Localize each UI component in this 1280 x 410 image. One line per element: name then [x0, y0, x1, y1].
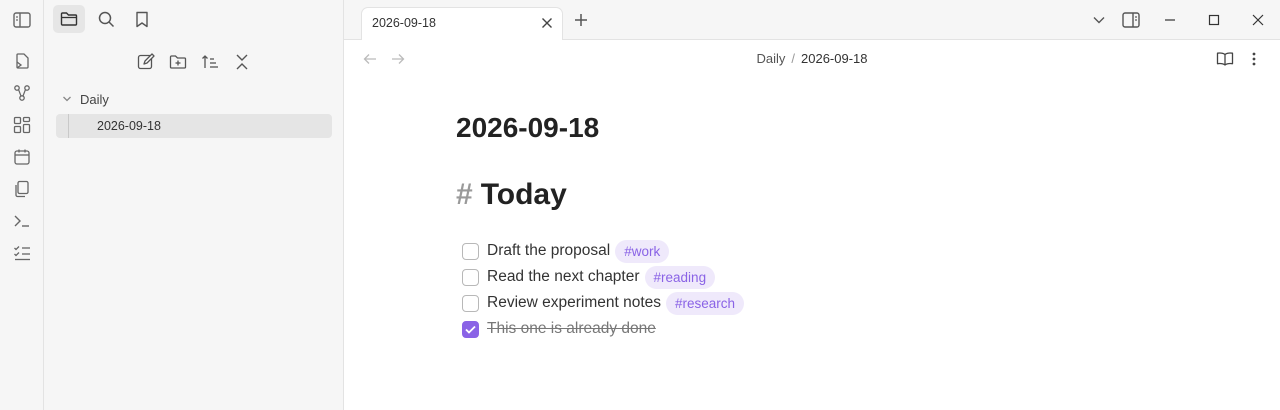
sidebar-tabs — [44, 0, 344, 40]
tab-bar: 2026-09-18 — [344, 0, 1280, 41]
breadcrumb: Daily / 2026-09-18 — [344, 51, 1280, 66]
breadcrumb-current[interactable]: 2026-09-18 — [801, 51, 868, 66]
task-checkbox[interactable] — [462, 268, 479, 286]
new-note-icon[interactable] — [134, 50, 158, 74]
editor[interactable]: 2026-09-18 # Today Draft the proposal #wo… — [344, 78, 1280, 410]
minimize-icon[interactable] — [1160, 10, 1180, 30]
task-checkbox[interactable] — [462, 242, 479, 260]
canvas-icon[interactable] — [11, 114, 33, 136]
tree-folder-label: Daily — [80, 91, 109, 107]
chevron-down-icon — [60, 92, 74, 106]
right-sidebar-toggle-icon[interactable] — [1121, 10, 1141, 30]
collapse-all-icon[interactable] — [230, 50, 254, 74]
breadcrumb-folder[interactable]: Daily — [756, 51, 785, 66]
view-header: Daily / 2026-09-18 — [344, 40, 1280, 78]
checkmark-icon — [465, 325, 476, 334]
app-window: Daily 2026-09-18 2026-09-18 Daily / 2026… — [0, 0, 1280, 410]
tab-title: 2026-09-18 — [372, 16, 436, 30]
tree-file-label: 2026-09-18 — [97, 119, 161, 133]
task-text: Read the next chapter — [487, 268, 640, 285]
sidebar-toggle-icon[interactable] — [11, 9, 33, 31]
tab-list-chevron-icon[interactable] — [1089, 10, 1109, 30]
tag-research[interactable]: #research — [666, 291, 745, 315]
breadcrumb-separator: / — [791, 51, 796, 66]
new-folder-icon[interactable] — [166, 50, 190, 74]
file-explorer-actions — [44, 48, 344, 76]
heading-marker: # — [456, 178, 473, 211]
tree-folder-daily[interactable]: Daily — [60, 88, 109, 110]
sort-icon[interactable] — [198, 50, 222, 74]
tag-reading[interactable]: #reading — [644, 265, 716, 289]
bookmarks-tab[interactable] — [126, 5, 158, 33]
tab-note[interactable]: 2026-09-18 — [361, 7, 563, 41]
daily-note-calendar-icon[interactable] — [11, 146, 33, 168]
task-checkbox[interactable] — [462, 294, 479, 312]
note-title[interactable]: 2026-09-18 — [456, 112, 599, 144]
tree-indent-guide — [68, 114, 69, 138]
tag-work[interactable]: #work — [615, 239, 670, 263]
maximize-icon[interactable] — [1204, 10, 1224, 30]
search-tab[interactable] — [90, 5, 122, 33]
task-item: Read the next chapter #reading — [462, 265, 716, 289]
open-quick-switcher-icon[interactable] — [11, 50, 33, 72]
window-close-icon[interactable] — [1248, 10, 1268, 30]
templates-icon[interactable] — [11, 178, 33, 200]
folder-icon — [60, 11, 78, 27]
task-text: Review experiment notes — [487, 294, 662, 311]
task-item: Review experiment notes #research — [462, 291, 745, 315]
bookmark-icon — [135, 11, 149, 28]
tasks-icon[interactable] — [11, 242, 33, 264]
graph-view-icon[interactable] — [11, 82, 33, 104]
heading-text: Today — [480, 178, 567, 211]
close-icon[interactable] — [540, 16, 554, 30]
search-icon — [98, 11, 115, 28]
tree-file-active[interactable]: 2026-09-18 — [56, 114, 332, 138]
file-explorer-sidebar: Daily 2026-09-18 — [44, 0, 344, 410]
task-checkbox-checked[interactable] — [462, 320, 479, 338]
task-item: Draft the proposal #work — [462, 239, 670, 263]
new-tab-icon[interactable] — [572, 11, 590, 29]
command-palette-icon[interactable] — [11, 210, 33, 232]
more-options-icon[interactable] — [1245, 50, 1263, 68]
ribbon — [0, 0, 44, 410]
task-item-done: This one is already done — [462, 317, 656, 341]
files-tab[interactable] — [53, 5, 85, 33]
task-text: This one is already done — [487, 320, 656, 337]
task-text: Draft the proposal — [487, 242, 611, 259]
heading-today[interactable]: # Today — [456, 178, 567, 212]
reading-view-icon[interactable] — [1216, 50, 1234, 68]
